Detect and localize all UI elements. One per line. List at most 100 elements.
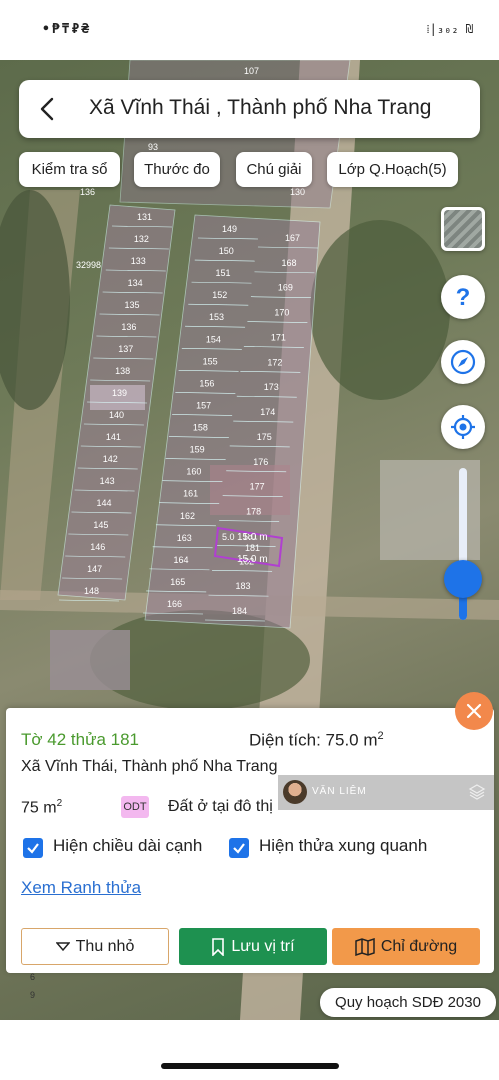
tree-cluster bbox=[310, 220, 450, 400]
parcel-label: 158 bbox=[193, 423, 208, 433]
parcel-label: 164 bbox=[173, 555, 188, 565]
land-use-area: 75 m2 bbox=[21, 798, 62, 817]
parcel-label: 174 bbox=[260, 407, 275, 417]
parcel-label: 165 bbox=[170, 577, 185, 587]
parcel-label: 145 bbox=[93, 520, 108, 530]
parcel-label: 161 bbox=[183, 489, 198, 499]
collapse-button[interactable]: Thu nhỏ bbox=[21, 928, 169, 965]
layers-stack-icon bbox=[468, 784, 486, 800]
parcel-area: Diện tích: 75.0 m2 bbox=[249, 730, 384, 751]
directions-button[interactable]: Chỉ đường bbox=[332, 928, 480, 965]
parcel-label: 130 bbox=[290, 187, 305, 197]
parcel-label: 168 bbox=[281, 258, 296, 268]
app-screen: •₱₸₽₴ ⁞|₃₀₂ ₪ 131 132 133 134 135 136 137 138 13… bbox=[0, 0, 499, 1080]
bookmark-icon bbox=[212, 937, 225, 956]
parcel-label: 157 bbox=[196, 400, 211, 410]
parcel-label: 138 bbox=[115, 366, 130, 376]
check-icon bbox=[27, 843, 39, 854]
zoom-slider-thumb[interactable] bbox=[444, 560, 482, 598]
system-nav-bar bbox=[0, 1020, 499, 1080]
layer-preview bbox=[444, 210, 482, 248]
show-neighbors-checkbox[interactable] bbox=[229, 838, 249, 858]
parcel-label: 140 bbox=[109, 410, 124, 420]
status-time: •₱₸₽₴ bbox=[42, 22, 92, 37]
locate-icon bbox=[451, 415, 475, 439]
parcel-label: 167 bbox=[285, 233, 300, 243]
show-edges-checkbox[interactable] bbox=[23, 838, 43, 858]
parcel-label: 150 bbox=[219, 246, 234, 256]
parcel-label: 162 bbox=[180, 511, 195, 521]
planning-layers-button[interactable]: Lớp Q.Hoạch(5) bbox=[327, 152, 458, 187]
question-icon: ? bbox=[456, 284, 471, 310]
land-use-unit-sup: 2 bbox=[56, 798, 63, 809]
view-boundary-link[interactable]: Xem Ranh thửa bbox=[21, 878, 141, 898]
location-header: Xã Vĩnh Thái , Thành phố Nha Trang bbox=[19, 80, 480, 138]
parcel-label: 160 bbox=[186, 467, 201, 477]
parcel-label: 136 bbox=[121, 322, 136, 332]
close-icon bbox=[466, 703, 482, 719]
check-book-button[interactable]: Kiểm tra sổ bbox=[19, 152, 120, 187]
parcel-label: 132 bbox=[134, 234, 149, 244]
parcel-label: 9 bbox=[30, 990, 35, 1000]
parcel-id: Tờ 42 thửa 181 bbox=[21, 730, 139, 749]
parcel-label: 173 bbox=[264, 382, 279, 392]
parcel-label: 176 bbox=[253, 457, 268, 467]
edge-length-side: 5.0 bbox=[222, 532, 235, 542]
parcel-label: 172 bbox=[267, 357, 282, 367]
parcel-label: 169 bbox=[278, 283, 293, 293]
land-code-badge: ODT bbox=[121, 796, 149, 818]
parcel-label: 136 bbox=[80, 187, 95, 197]
planning-layer-label[interactable]: Quy hoạch SDĐ 2030 bbox=[320, 988, 496, 1017]
parcel-label: 143 bbox=[100, 476, 115, 486]
parcel-label: 149 bbox=[222, 224, 237, 234]
layers-icon[interactable] bbox=[441, 207, 485, 251]
home-indicator[interactable] bbox=[161, 1063, 339, 1069]
locate-button[interactable] bbox=[441, 405, 485, 449]
parcel-label: 153 bbox=[209, 312, 224, 322]
parcel-label: 184 bbox=[232, 606, 247, 616]
building bbox=[50, 630, 130, 690]
page-title: Xã Vĩnh Thái , Thành phố Nha Trang bbox=[89, 96, 432, 119]
parcel-label: 166 bbox=[167, 599, 182, 609]
parcel-label: 93 bbox=[148, 142, 158, 152]
land-type: Đất ở tại đô thị bbox=[168, 798, 273, 815]
status-bar: •₱₸₽₴ ⁞|₃₀₂ ₪ bbox=[0, 0, 499, 60]
show-neighbors-label[interactable]: Hiện thửa xung quanh bbox=[259, 836, 427, 856]
show-edges-label[interactable]: Hiện chiều dài cạnh bbox=[53, 836, 202, 856]
parcel-label: 154 bbox=[206, 334, 221, 344]
parcel-label: 177 bbox=[250, 482, 265, 492]
directions-label: Chỉ đường bbox=[380, 937, 458, 955]
legend-button[interactable]: Chú giải bbox=[236, 152, 312, 187]
help-button[interactable]: ? bbox=[441, 275, 485, 319]
parcel-info-panel: Tờ 42 thửa 181 Diện tích: 75.0 m2 Xã Vĩn… bbox=[6, 708, 494, 973]
chevron-down-icon bbox=[55, 941, 70, 951]
save-location-button[interactable]: Lưu vị trí bbox=[179, 928, 327, 965]
parcel-label: 171 bbox=[271, 332, 286, 342]
parcel-label: 134 bbox=[128, 278, 143, 288]
watermark-name: VĂN LIÊM bbox=[312, 786, 367, 797]
parcel-label: 156 bbox=[199, 378, 214, 388]
save-location-label: Lưu vị trí bbox=[231, 937, 295, 955]
check-icon bbox=[233, 843, 245, 854]
parcel-address: Xã Vĩnh Thái, Thành phố Nha Trang bbox=[21, 758, 278, 775]
parcel-label: 178 bbox=[246, 507, 261, 517]
collapse-button-label: Thu nhỏ bbox=[75, 937, 135, 955]
compass-button[interactable] bbox=[441, 340, 485, 384]
avatar bbox=[283, 780, 307, 804]
parcel-label: 159 bbox=[190, 445, 205, 455]
parcel-label: 148 bbox=[84, 586, 99, 596]
watermark-overlay: VĂN LIÊM bbox=[278, 775, 494, 810]
measure-button[interactable]: Thước đo bbox=[134, 152, 220, 187]
parcel-area-value: Diện tích: 75.0 m bbox=[249, 730, 378, 750]
parcel-label: 135 bbox=[125, 300, 140, 310]
parcel-label: 6 bbox=[30, 972, 35, 982]
parcel-label: 139 bbox=[112, 388, 127, 398]
close-panel-button[interactable] bbox=[455, 692, 493, 730]
parcel-label: 141 bbox=[106, 432, 121, 442]
status-indicators: ⁞|₃₀₂ ₪ bbox=[426, 22, 473, 36]
parcel-label: 146 bbox=[90, 542, 105, 552]
back-arrow-icon[interactable] bbox=[35, 96, 61, 122]
parcel-label: 183 bbox=[236, 581, 251, 591]
land-use-area-value: 75 m bbox=[21, 799, 57, 817]
parcel-label: 133 bbox=[131, 256, 146, 266]
